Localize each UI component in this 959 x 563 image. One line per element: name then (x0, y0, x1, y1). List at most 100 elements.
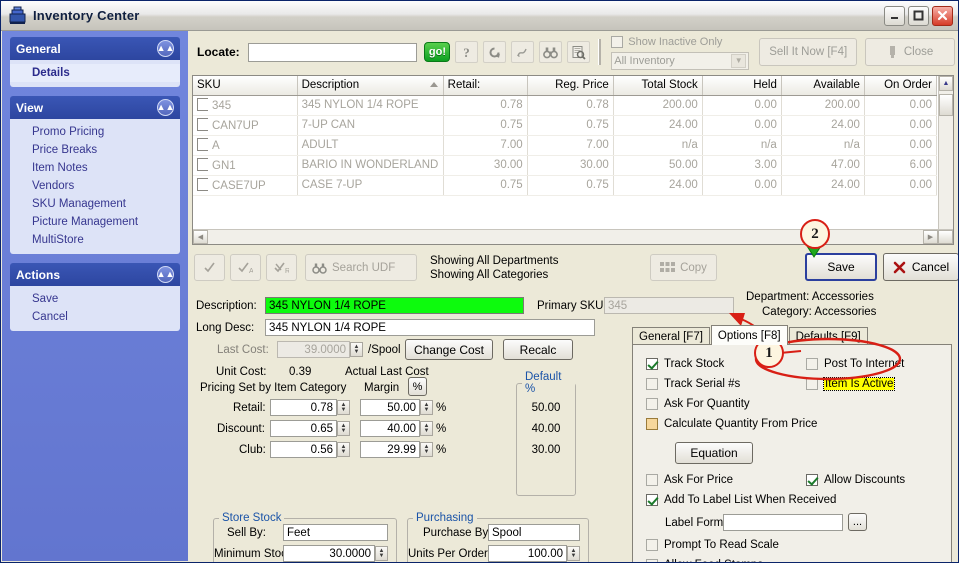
search-udf-button[interactable]: Search UDF (305, 254, 417, 281)
locate-input[interactable] (247, 42, 418, 62)
column-header-on-order[interactable]: On Order (864, 76, 937, 96)
last-cost-field[interactable]: 39.0000 (277, 341, 350, 358)
item-is-active-checkbox[interactable] (806, 378, 818, 390)
row-checkbox[interactable] (197, 118, 208, 131)
uncheck-all-button[interactable]: R (266, 254, 297, 281)
prompt-read-scale-row[interactable]: Prompt To Read Scale (646, 539, 779, 551)
units-per-order-field[interactable]: 100.00 (488, 545, 567, 562)
purchase-by-field[interactable]: Spool (488, 524, 580, 541)
post-to-internet-row[interactable]: Post To Internet (806, 358, 904, 370)
minimum-stock-spinner[interactable]: ▲ ▼ (375, 546, 388, 561)
chevron-up-icon[interactable]: ▲▲ (157, 266, 174, 283)
add-to-label-list-row[interactable]: Add To Label List When Received (646, 494, 836, 506)
tab-general[interactable]: General [F7] (632, 327, 710, 345)
discount-margin-field[interactable]: 40.00 (360, 420, 420, 437)
calculate-quantity-checkbox[interactable] (646, 418, 658, 430)
club-margin-spinner[interactable]: ▲ ▼ (420, 442, 433, 457)
binoculars-icon[interactable] (539, 41, 563, 63)
column-header-retail[interactable]: Retail: (443, 76, 528, 96)
equation-button[interactable]: Equation (675, 442, 753, 464)
prompt-read-scale-checkbox[interactable] (646, 539, 658, 551)
retail-price-spinner[interactable]: ▲ ▼ (337, 400, 350, 415)
column-header-available[interactable]: Available (781, 76, 865, 96)
sell-by-field[interactable]: Feet (283, 524, 388, 541)
sidebar-item-multistore[interactable]: MultiStore (10, 231, 180, 249)
show-inactive-row[interactable]: Show Inactive Only (611, 35, 749, 50)
column-header-reg-price[interactable]: Reg. Price (527, 76, 614, 96)
allow-discounts-checkbox[interactable] (806, 474, 818, 486)
sidebar-item-promo-pricing[interactable]: Promo Pricing (10, 123, 180, 141)
allow-food-stamps-row[interactable]: Allow Food Stamps (646, 559, 763, 562)
chevron-down-icon[interactable]: ▼ (731, 53, 747, 68)
row-checkbox[interactable] (197, 138, 208, 151)
sidebar-item-item-notes[interactable]: Item Notes (10, 159, 180, 177)
grid-vertical-scrollbar[interactable]: ▲ (938, 76, 953, 229)
inventory-filter-select[interactable]: All Inventory ▼ (611, 51, 750, 70)
allow-food-stamps-checkbox[interactable] (646, 559, 658, 562)
squiggle-icon[interactable] (511, 41, 535, 63)
minimum-stock-field[interactable]: 30.0000 (283, 545, 375, 562)
scroll-track-horizontal[interactable] (208, 230, 923, 244)
sidebar-item-price-breaks[interactable]: Price Breaks (10, 141, 180, 159)
club-price-spinner[interactable]: ▲ ▼ (337, 442, 350, 457)
retail-margin-field[interactable]: 50.00 (360, 399, 420, 416)
column-header-sku[interactable]: SKU (193, 76, 298, 96)
tab-options[interactable]: Options [F8] (710, 325, 788, 345)
table-row[interactable]: A ADULT 7.00 7.00 n/a n/a n/a 0.00 (193, 135, 937, 156)
chevron-up-icon[interactable]: ▲▲ (157, 40, 174, 57)
check-all-button[interactable]: A (230, 254, 261, 281)
discount-price-field[interactable]: 0.65 (270, 420, 337, 437)
close-toolbar-button[interactable]: Close (865, 38, 955, 66)
table-row[interactable]: CASE7UP CASE 7-UP 0.75 0.75 24.00 0.00 2… (193, 175, 937, 196)
primary-sku-field[interactable]: 345 (604, 297, 734, 314)
units-per-order-spinner[interactable]: ▲ ▼ (567, 546, 580, 561)
description-field[interactable]: 345 NYLON 1/4 ROPE (265, 297, 524, 314)
scroll-right-button[interactable]: ▶ (923, 230, 938, 244)
track-serial-checkbox[interactable] (646, 378, 658, 390)
sidebar-group-header-view[interactable]: View ▲▲ (10, 96, 180, 119)
scroll-thumb-vertical[interactable] (939, 94, 953, 116)
last-cost-spinner[interactable]: ▲ ▼ (350, 342, 363, 357)
post-to-internet-checkbox[interactable] (806, 358, 818, 370)
ask-for-quantity-row[interactable]: Ask For Quantity (646, 398, 750, 410)
table-row[interactable]: 345 345 NYLON 1/4 ROPE 0.78 0.78 200.00 … (193, 95, 937, 116)
sidebar-item-details[interactable]: Details (10, 64, 180, 82)
column-header-held[interactable]: Held (702, 76, 782, 96)
percent-icon[interactable]: % (408, 377, 427, 396)
table-row[interactable]: CAN7UP 7-UP CAN 0.75 0.75 24.00 0.00 24.… (193, 115, 937, 136)
ask-for-price-row[interactable]: Ask For Price (646, 474, 733, 486)
row-checkbox[interactable] (197, 158, 208, 171)
show-inactive-checkbox[interactable] (611, 36, 624, 48)
sidebar-item-picture-management[interactable]: Picture Management (10, 213, 180, 231)
check-button[interactable] (194, 254, 225, 281)
scroll-left-button[interactable]: ◀ (193, 230, 208, 244)
tab-defaults[interactable]: Defaults [F9] (788, 327, 868, 345)
table-row[interactable]: GN1 BARIO IN WONDERLAND 30.00 30.00 50.0… (193, 155, 937, 176)
track-stock-checkbox[interactable] (646, 358, 658, 370)
item-is-active-row[interactable]: Item Is Active (806, 377, 896, 391)
ask-for-price-checkbox[interactable] (646, 474, 658, 486)
inventory-grid[interactable]: SKU Description Retail: Reg. Price Total… (192, 75, 954, 245)
refresh-icon[interactable] (483, 41, 507, 63)
copy-button[interactable]: Copy (650, 254, 717, 281)
add-to-label-list-checkbox[interactable] (646, 494, 658, 506)
sidebar-group-header-general[interactable]: General ▲▲ (10, 37, 180, 60)
column-header-total-stock[interactable]: Total Stock (613, 76, 703, 96)
allow-discounts-row[interactable]: Allow Discounts (806, 474, 905, 486)
cancel-button[interactable]: Cancel (883, 253, 958, 281)
row-checkbox[interactable] (197, 98, 208, 111)
retail-margin-spinner[interactable]: ▲ ▼ (420, 400, 433, 415)
label-form-browse-button[interactable]: ... (848, 513, 867, 531)
label-form-field[interactable] (723, 514, 843, 531)
track-stock-row[interactable]: Track Stock (646, 358, 724, 370)
sidebar-item-vendors[interactable]: Vendors (10, 177, 180, 195)
column-header-description[interactable]: Description (297, 76, 444, 96)
close-button[interactable] (932, 5, 953, 26)
retail-price-field[interactable]: 0.78 (270, 399, 337, 416)
track-serial-row[interactable]: Track Serial #s (646, 378, 740, 390)
go-button[interactable]: go! (424, 42, 451, 62)
calculate-quantity-row[interactable]: Calculate Quantity From Price (646, 418, 817, 430)
help-icon[interactable]: ? (455, 41, 479, 63)
change-cost-button[interactable]: Change Cost (405, 339, 493, 360)
sidebar-item-sku-management[interactable]: SKU Management (10, 195, 180, 213)
